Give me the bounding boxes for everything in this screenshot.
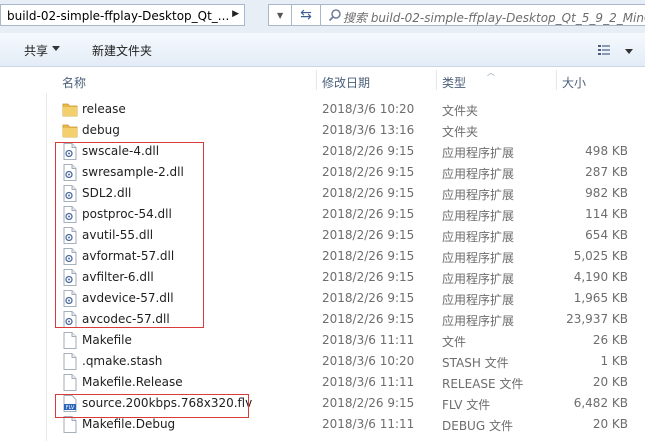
file-size: 5,025 KB bbox=[573, 249, 628, 263]
sort-arrow-icon: ︿ bbox=[487, 68, 495, 77]
file-row[interactable]: Makefile 2018/3/6 11:11 文件 26 KB bbox=[0, 330, 645, 351]
search-box[interactable]: 搜索 build-02-simple-ffplay-Desktop_Qt_5_9… bbox=[320, 4, 645, 26]
file-date: 2018/2/26 9:15 bbox=[322, 165, 415, 179]
file-name: Makefile.Debug bbox=[82, 417, 176, 431]
file-size: 6,482 KB bbox=[573, 396, 628, 410]
view-dropdown-icon[interactable] bbox=[625, 49, 633, 54]
file-icon bbox=[63, 353, 77, 370]
dll-highlight-box bbox=[55, 142, 204, 328]
file-type: RELEASE 文件 bbox=[442, 377, 524, 391]
file-size: 4,190 KB bbox=[573, 270, 628, 284]
file-row[interactable]: .qmake.stash 2018/3/6 10:20 STASH 文件 1 KB bbox=[0, 351, 645, 372]
new-folder-button[interactable]: 新建文件夹 bbox=[92, 42, 152, 59]
file-type: 应用程序扩展 bbox=[442, 251, 515, 265]
column-divider[interactable] bbox=[316, 70, 317, 90]
file-size: 1 KB bbox=[600, 354, 628, 368]
file-size: 287 KB bbox=[585, 165, 628, 179]
file-type: STASH 文件 bbox=[442, 356, 509, 370]
column-date-header[interactable]: 修改日期 bbox=[322, 74, 370, 91]
file-date: 2018/3/6 11:11 bbox=[322, 333, 415, 347]
file-type: 应用程序扩展 bbox=[442, 188, 515, 202]
file-type: 文件 bbox=[442, 335, 467, 349]
column-size-header[interactable]: 大小 bbox=[562, 74, 586, 91]
file-row[interactable]: release 2018/3/6 10:20 文件夹 bbox=[0, 99, 645, 120]
file-name: .qmake.stash bbox=[82, 354, 163, 368]
folder-icon bbox=[62, 103, 78, 117]
column-divider[interactable] bbox=[436, 70, 437, 90]
file-date: 2018/2/26 9:15 bbox=[322, 228, 415, 242]
search-icon bbox=[328, 9, 341, 22]
file-type: 应用程序扩展 bbox=[442, 167, 515, 181]
file-type: 应用程序扩展 bbox=[442, 146, 515, 160]
chevron-down-icon: ▼ bbox=[277, 11, 284, 20]
file-type: 应用程序扩展 bbox=[442, 293, 515, 307]
folder-icon bbox=[62, 124, 78, 138]
file-date: 2018/2/26 9:15 bbox=[322, 291, 415, 305]
file-size: 498 KB bbox=[585, 144, 628, 158]
file-type: 文件夹 bbox=[442, 125, 479, 139]
file-size: 654 KB bbox=[585, 228, 628, 242]
breadcrumb-arrow-icon[interactable]: ▶ bbox=[232, 9, 239, 19]
file-name: Makefile bbox=[82, 333, 132, 347]
file-icon bbox=[63, 332, 77, 349]
file-date: 2018/2/26 9:15 bbox=[322, 270, 415, 284]
share-button[interactable]: 共享 bbox=[24, 42, 48, 59]
file-type: 应用程序扩展 bbox=[442, 272, 515, 286]
file-date: 2018/3/6 11:11 bbox=[322, 417, 415, 431]
file-date: 2018/2/26 9:15 bbox=[322, 312, 415, 326]
file-date: 2018/3/6 11:11 bbox=[322, 375, 415, 389]
file-date: 2018/3/6 10:20 bbox=[322, 354, 415, 368]
file-type: 应用程序扩展 bbox=[442, 314, 515, 328]
file-size: 114 KB bbox=[585, 207, 628, 221]
address-bar[interactable]: build-02-simple-ffplay-Desktop_Qt_... ▶ bbox=[0, 4, 245, 26]
file-type: DEBUG 文件 bbox=[442, 419, 513, 433]
file-size: 20 KB bbox=[592, 417, 628, 431]
command-bar: 共享 新建文件夹 bbox=[0, 33, 645, 67]
file-type: 应用程序扩展 bbox=[442, 209, 515, 223]
file-date: 2018/3/6 10:20 bbox=[322, 102, 415, 116]
file-size: 20 KB bbox=[592, 375, 628, 389]
file-size: 1,965 KB bbox=[573, 291, 628, 305]
file-type: FLV 文件 bbox=[442, 398, 491, 412]
share-dropdown-icon[interactable] bbox=[52, 46, 60, 51]
file-type: 应用程序扩展 bbox=[442, 230, 515, 244]
refresh-button[interactable]: ⇆ bbox=[291, 4, 321, 26]
file-row[interactable]: Makefile.Release 2018/3/6 11:11 RELEASE 文件… bbox=[0, 372, 645, 393]
file-name: release bbox=[82, 102, 126, 116]
file-date: 2018/2/26 9:15 bbox=[322, 186, 415, 200]
refresh-icon: ⇆ bbox=[300, 7, 312, 23]
file-name: debug bbox=[82, 123, 120, 137]
file-date: 2018/2/26 9:15 bbox=[322, 396, 415, 410]
view-options-icon[interactable] bbox=[598, 44, 610, 56]
file-row[interactable]: debug 2018/3/6 13:16 文件夹 bbox=[0, 120, 645, 141]
file-icon bbox=[63, 374, 77, 391]
column-name-header[interactable]: 名称 bbox=[62, 74, 86, 91]
address-bar-strip: build-02-simple-ffplay-Desktop_Qt_... ▶ … bbox=[0, 0, 645, 33]
file-size: 26 KB bbox=[592, 333, 628, 347]
column-type-header[interactable]: 类型 bbox=[442, 74, 466, 91]
file-icon bbox=[63, 416, 77, 433]
file-date: 2018/2/26 9:15 bbox=[322, 207, 415, 221]
column-header-row: 名称 修改日期 类型 ︿ 大小 bbox=[0, 67, 645, 93]
address-path[interactable]: build-02-simple-ffplay-Desktop_Qt_... bbox=[7, 9, 229, 23]
flv-highlight-box bbox=[55, 394, 249, 418]
column-divider[interactable] bbox=[556, 70, 557, 90]
file-type: 文件夹 bbox=[442, 104, 479, 118]
history-dropdown-button[interactable]: ▼ bbox=[268, 4, 292, 26]
search-input[interactable]: 搜索 build-02-simple-ffplay-Desktop_Qt_5_9… bbox=[343, 9, 645, 25]
file-date: 2018/2/26 9:15 bbox=[322, 249, 415, 263]
file-date: 2018/3/6 13:16 bbox=[322, 123, 415, 137]
file-date: 2018/2/26 9:15 bbox=[322, 144, 415, 158]
file-size: 982 KB bbox=[585, 186, 628, 200]
file-size: 23,937 KB bbox=[566, 312, 628, 326]
file-name: Makefile.Release bbox=[82, 375, 183, 389]
